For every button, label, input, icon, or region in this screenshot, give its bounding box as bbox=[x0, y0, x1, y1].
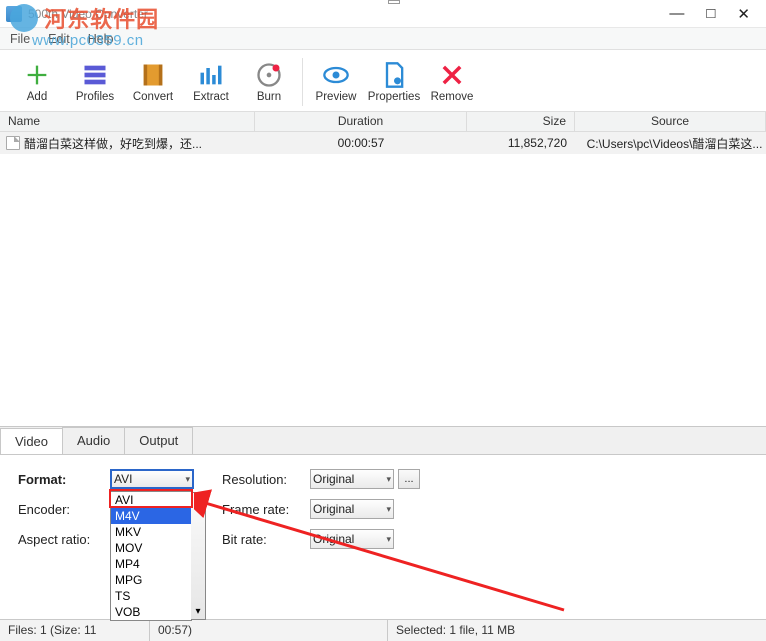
resolution-combo[interactable]: Original ▾ bbox=[310, 469, 394, 489]
chevron-down-icon: ▾ bbox=[386, 474, 391, 485]
burn-button[interactable]: Burn bbox=[240, 52, 298, 111]
remove-label: Remove bbox=[431, 91, 474, 103]
status-duration: 00:57) bbox=[150, 620, 388, 641]
format-option[interactable]: TS bbox=[111, 588, 191, 604]
format-option[interactable]: M4V bbox=[111, 508, 191, 524]
maximize-button[interactable]: □ bbox=[706, 5, 715, 23]
framerate-value: Original bbox=[313, 502, 354, 516]
app-icon bbox=[6, 6, 22, 22]
format-value: AVI bbox=[114, 472, 132, 486]
file-duration: 00:00:57 bbox=[255, 136, 467, 150]
format-option[interactable]: MPG bbox=[111, 572, 191, 588]
chevron-down-icon: ▾ bbox=[386, 504, 391, 515]
profiles-button[interactable]: Profiles bbox=[66, 52, 124, 111]
format-combo[interactable]: AVI ▾ bbox=[110, 469, 194, 489]
add-button[interactable]: Add bbox=[8, 52, 66, 111]
top-scroll-hint bbox=[388, 0, 400, 4]
film-icon bbox=[139, 61, 167, 89]
col-header-name[interactable]: Name bbox=[0, 112, 255, 131]
format-option[interactable]: MP4 bbox=[111, 556, 191, 572]
file-size: 11,852,720 bbox=[467, 136, 575, 150]
settings-panel: Video Audio Output Format: AVI ▾ Resolut… bbox=[0, 426, 766, 588]
plus-icon bbox=[23, 61, 51, 89]
dropdown-scroll-arrow-icon[interactable]: ▾ bbox=[191, 492, 206, 620]
preview-button[interactable]: Preview bbox=[307, 52, 365, 111]
menu-edit[interactable]: Edit bbox=[42, 30, 76, 48]
properties-label: Properties bbox=[368, 91, 420, 103]
format-option[interactable]: MOV bbox=[111, 540, 191, 556]
convert-button[interactable]: Convert bbox=[124, 52, 182, 111]
file-list-header: Name Duration Size Source bbox=[0, 112, 766, 132]
file-doc-icon bbox=[6, 136, 20, 150]
format-option[interactable]: VOB bbox=[111, 604, 191, 620]
chevron-down-icon: ▾ bbox=[185, 474, 190, 485]
bitrate-value: Original bbox=[313, 532, 354, 546]
eye-icon bbox=[322, 61, 350, 89]
minimize-button[interactable]: — bbox=[669, 5, 684, 23]
file-row[interactable]: 醋溜白菜这样做，好吃到爆，还... 00:00:57 11,852,720 C:… bbox=[0, 132, 766, 154]
tabs: Video Audio Output bbox=[0, 427, 766, 454]
extract-label: Extract bbox=[193, 91, 229, 103]
status-files: Files: 1 (Size: 11 bbox=[0, 620, 150, 641]
tab-audio[interactable]: Audio bbox=[62, 427, 125, 454]
resolution-label: Resolution: bbox=[222, 472, 310, 487]
add-label: Add bbox=[27, 91, 47, 103]
title-bar: 500th Video Converter — □ ✕ bbox=[0, 0, 766, 28]
extract-button[interactable]: Extract bbox=[182, 52, 240, 111]
bitrate-combo[interactable]: Original ▾ bbox=[310, 529, 394, 549]
menu-bar: File Edit Help bbox=[0, 28, 766, 50]
file-source: C:\Users\pc\Videos\醋溜白菜这... bbox=[575, 135, 766, 152]
menu-help[interactable]: Help bbox=[82, 30, 120, 48]
document-icon bbox=[380, 61, 408, 89]
status-selected: Selected: 1 file, 11 MB bbox=[388, 620, 766, 641]
resolution-more-button[interactable]: ... bbox=[398, 469, 420, 489]
file-name: 醋溜白菜这样做，好吃到爆，还... bbox=[24, 135, 202, 152]
col-header-size[interactable]: Size bbox=[467, 112, 575, 131]
remove-button[interactable]: Remove bbox=[423, 52, 481, 111]
equalizer-icon bbox=[197, 61, 225, 89]
format-dropdown[interactable]: ▾ AVIM4VMKVMOVMP4MPGTSVOB bbox=[110, 491, 192, 621]
resolution-value: Original bbox=[313, 472, 354, 486]
chevron-down-icon: ▾ bbox=[386, 534, 391, 545]
tab-video[interactable]: Video bbox=[0, 428, 63, 455]
status-bar: Files: 1 (Size: 11 00:57) Selected: 1 fi… bbox=[0, 619, 766, 641]
toolbar: Add Profiles Convert Extract Burn Previe… bbox=[0, 50, 766, 112]
tab-body-video: Format: AVI ▾ Resolution: Original ▾ ...… bbox=[0, 454, 766, 588]
properties-button[interactable]: Properties bbox=[365, 52, 423, 111]
profiles-label: Profiles bbox=[76, 91, 114, 103]
profiles-icon bbox=[81, 61, 109, 89]
close-button[interactable]: ✕ bbox=[737, 5, 750, 23]
col-header-duration[interactable]: Duration bbox=[255, 112, 467, 131]
aspect-label: Aspect ratio: bbox=[18, 532, 110, 547]
x-icon bbox=[438, 61, 466, 89]
burn-label: Burn bbox=[257, 91, 281, 103]
convert-label: Convert bbox=[133, 91, 173, 103]
preview-label: Preview bbox=[316, 91, 357, 103]
toolbar-separator bbox=[302, 58, 303, 106]
window-title: 500th Video Converter bbox=[28, 7, 148, 21]
framerate-combo[interactable]: Original ▾ bbox=[310, 499, 394, 519]
tab-output[interactable]: Output bbox=[124, 427, 193, 454]
menu-file[interactable]: File bbox=[4, 30, 36, 48]
framerate-label: Frame rate: bbox=[222, 502, 310, 517]
disc-icon bbox=[255, 61, 283, 89]
bitrate-label: Bit rate: bbox=[222, 532, 310, 547]
format-option[interactable]: AVI bbox=[111, 492, 191, 508]
format-label: Format: bbox=[18, 472, 110, 487]
file-list-empty-area bbox=[0, 154, 766, 426]
col-header-source[interactable]: Source bbox=[575, 112, 766, 131]
format-option[interactable]: MKV bbox=[111, 524, 191, 540]
encoder-label: Encoder: bbox=[18, 502, 110, 517]
